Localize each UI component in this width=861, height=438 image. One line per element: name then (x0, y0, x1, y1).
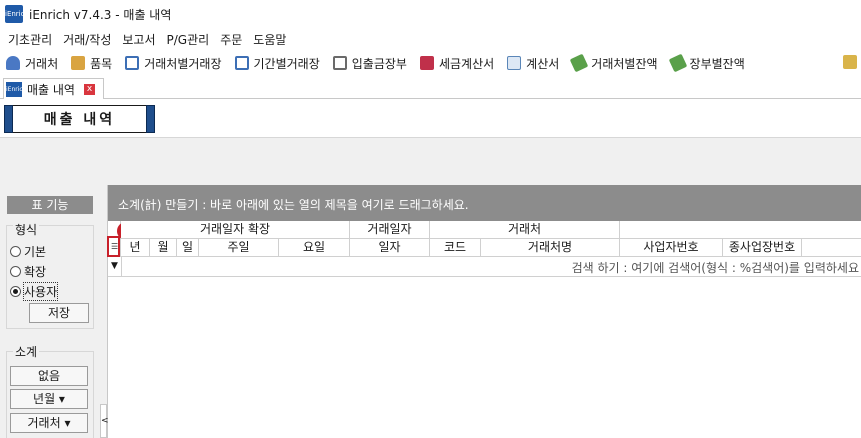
menu-help[interactable]: 도움말 (249, 31, 293, 48)
close-icon[interactable]: x (83, 83, 95, 95)
column-code[interactable]: 코드 (430, 239, 481, 257)
app-logo-icon: iEnrich (5, 5, 29, 23)
header-group-date-ext[interactable]: 거래일자 확장 (121, 221, 350, 239)
filter-row[interactable]: ▼ 검색 하기 : 여기에 검색어(형식 : %검색어)를 입력하세요 (108, 257, 861, 277)
column-year[interactable]: 년 (121, 239, 150, 257)
partner-ledger-button[interactable]: 거래처별거래장 (125, 55, 222, 72)
menu-basic[interactable]: 기초관리 (4, 31, 59, 48)
calculator-icon (332, 56, 347, 70)
group-by-hint: 소계(計) 만들기 : 바로 아래에 있는 열의 제목을 여기로 드래그하세요. (118, 198, 469, 212)
column-week[interactable]: 주일 (199, 239, 279, 257)
subtotal-none-button[interactable]: 없음 (10, 366, 88, 386)
more-icon[interactable] (843, 55, 857, 69)
panel-header: 표 기능 (7, 196, 93, 214)
radio-extended[interactable]: 확장 (10, 263, 46, 280)
menu-order[interactable]: 주문 (216, 31, 249, 48)
column-sub-business-number[interactable]: 종사업장번호 (723, 239, 802, 257)
app-logo-icon: iEnrich (6, 81, 27, 97)
radio-custom[interactable]: 사용자 (10, 282, 59, 301)
column-month[interactable]: 월 (150, 239, 177, 257)
invoice-button[interactable]: 계산서 (507, 55, 559, 72)
title-bar: iEnrich iEnrich v7.4.3 - 매출 내역 (0, 0, 861, 28)
menu-transaction[interactable]: 거래/작성 (59, 31, 118, 48)
period-ledger-button[interactable]: 기간별거래장 (234, 55, 320, 72)
window-title: iEnrich v7.4.3 - 매출 내역 (29, 7, 172, 22)
tax-invoice-button[interactable]: 세금계산서 (419, 55, 494, 72)
menu-report[interactable]: 보고서 (118, 31, 162, 48)
column-business-number[interactable]: 사업자번호 (620, 239, 723, 257)
windows-icon (234, 56, 249, 70)
menu-pg[interactable]: P/G관리 (163, 31, 217, 48)
grid-icon (419, 56, 434, 70)
highlight-box (107, 236, 120, 257)
page-header: 매출 내역 (0, 99, 861, 185)
collapse-panel-handle[interactable]: < (100, 404, 109, 438)
header-group-empty (620, 221, 861, 239)
group-by-bar[interactable]: 소계(計) 만들기 : 바로 아래에 있는 열의 제목을 여기로 드래그하세요. (108, 185, 861, 221)
document-icon (507, 56, 522, 70)
radio-basic[interactable]: 기본 (10, 243, 46, 260)
header-group-date[interactable]: 거래일자 (350, 221, 430, 239)
format-group-label: 형식 (13, 221, 40, 238)
filter-icon: ▼ (111, 261, 118, 271)
column-weekday[interactable]: 요일 (279, 239, 350, 257)
box-icon (71, 56, 86, 70)
column-date[interactable]: 일자 (350, 239, 430, 257)
item-button[interactable]: 품목 (71, 55, 112, 72)
sales-grid: 소계(計) 만들기 : 바로 아래에 있는 열의 제목을 여기로 드래그하세요.… (107, 185, 861, 438)
column-partner-name[interactable]: 거래처명 (481, 239, 620, 257)
document-tab-strip: iEnrich 매출 내역 x (0, 77, 861, 99)
grid-header: ☰ 2 거래일자 확장 거래일자 거래처 년 월 일 주일 요일 일자 코드 거… (107, 221, 861, 257)
person-icon (6, 56, 20, 70)
page-title: 매출 내역 (4, 105, 155, 133)
toolbar: 거래처 품목 거래처별거래장 기간별거래장 입출금장부 세금계산서 계산서 거래… (0, 50, 861, 76)
windows-icon (125, 56, 140, 70)
subtotal-month-button[interactable]: 년월 ▾ (10, 389, 88, 409)
column-day[interactable]: 일 (177, 239, 199, 257)
column-empty (802, 239, 861, 257)
subtotal-group-label: 소계 (13, 343, 40, 360)
cash-book-button[interactable]: 입출금장부 (332, 55, 407, 72)
header-group-partner[interactable]: 거래처 (430, 221, 620, 239)
book-balance-button[interactable]: 장부별잔액 (668, 53, 745, 73)
filter-hint: 검색 하기 : 여기에 검색어(형식 : %검색어)를 입력하세요 (571, 261, 859, 275)
subtotal-partner-button[interactable]: 거래처 ▾ (10, 413, 88, 433)
partner-balance-button[interactable]: 거래처별잔액 (569, 53, 658, 73)
menu-bar: 기초관리 거래/작성 보고서 P/G관리 주문 도움말 (0, 28, 861, 50)
tab-sales-history[interactable]: iEnrich 매출 내역 x (3, 78, 104, 99)
partner-button[interactable]: 거래처 (6, 55, 58, 72)
money-icon (668, 53, 687, 73)
table-function-panel: 표 기능 형식 기본 확장 사용자 저장 소계 없음 년월 ▾ 거래처 ▾ < (0, 185, 109, 438)
save-button[interactable]: 저장 (29, 303, 89, 323)
money-icon (569, 53, 589, 73)
